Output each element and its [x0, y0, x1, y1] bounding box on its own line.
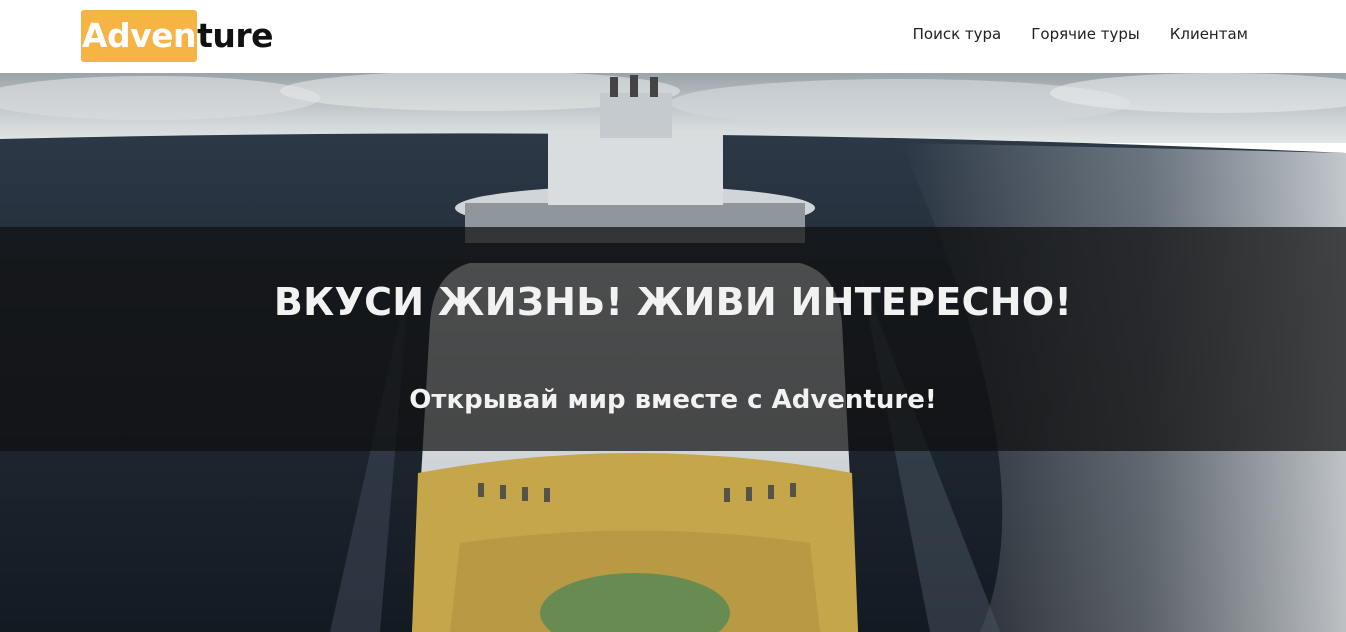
nav-item-clients[interactable]: Клиентам: [1170, 25, 1248, 43]
site-logo[interactable]: Adven ture: [81, 10, 273, 62]
hero-section: ВКУСИ ЖИЗНЬ! ЖИВИ ИНТЕРЕСНО! Открывай ми…: [0, 73, 1346, 632]
nav-item-tour-search[interactable]: Поиск тура: [913, 25, 1002, 43]
nav-item-hot-tours[interactable]: Горячие туры: [1031, 25, 1139, 43]
logo-highlight: Adven: [81, 10, 198, 62]
logo-text: ture: [197, 16, 273, 55]
hero-subtitle: Открывай мир вместе с Adventure!: [409, 385, 937, 415]
hero-overlay-band: [0, 227, 1346, 451]
main-nav: Поиск тура Горячие туры Клиентам: [913, 25, 1248, 43]
hero-title: ВКУСИ ЖИЗНЬ! ЖИВИ ИНТЕРЕСНО!: [273, 280, 1073, 324]
site-header: Adven ture Поиск тура Горячие туры Клиент…: [0, 0, 1346, 73]
